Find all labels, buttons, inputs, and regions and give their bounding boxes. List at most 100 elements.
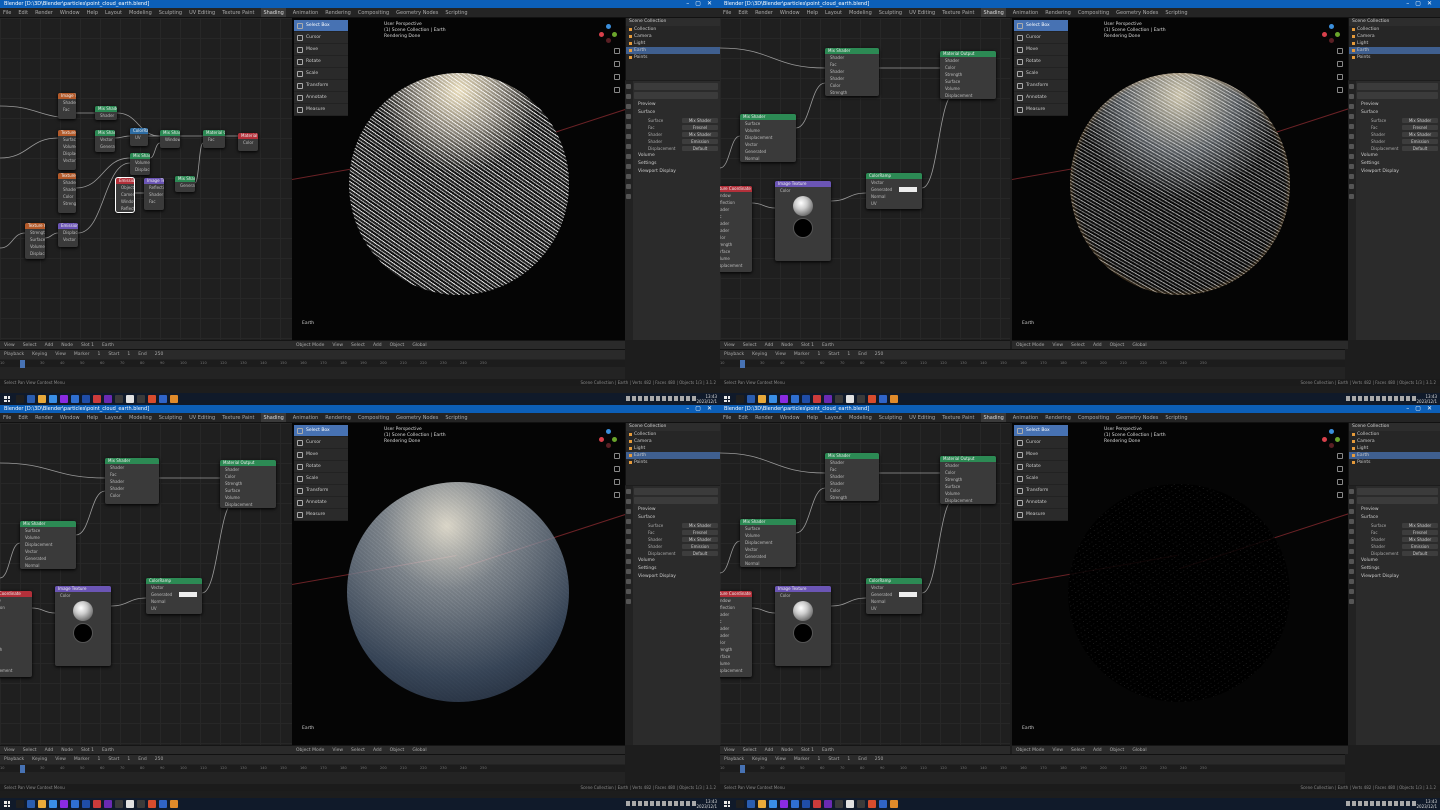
outliner-item[interactable]: Earth xyxy=(1349,452,1440,459)
properties-tab-icon[interactable] xyxy=(626,519,631,524)
camera-icon[interactable] xyxy=(1337,74,1343,80)
properties-tab-icon[interactable] xyxy=(626,84,631,89)
tool-button[interactable]: Annotate xyxy=(1014,92,1068,104)
timeline-menu-item[interactable]: Marker xyxy=(794,755,810,764)
outliner-panel[interactable]: Scene Collection Collection Camera Light Ear… xyxy=(1348,423,1440,485)
menu-item[interactable]: Geometry Nodes xyxy=(396,8,438,17)
navigation-gizmo[interactable] xyxy=(599,429,619,449)
header-menu-item[interactable]: Global xyxy=(412,746,426,754)
outliner-item[interactable]: Points xyxy=(626,54,720,61)
app-icon[interactable] xyxy=(159,395,167,403)
shader-node[interactable]: ColorRamp Vector Generated Normal UV xyxy=(866,578,922,614)
field-value-dropdown[interactable]: Mix Shader xyxy=(1402,537,1438,542)
file-explorer-icon[interactable] xyxy=(758,395,766,403)
tray-icon[interactable] xyxy=(1370,801,1374,806)
properties-section-header[interactable]: Volume xyxy=(634,152,718,160)
menu-item[interactable]: Shading xyxy=(261,413,286,422)
hand-pan-icon[interactable] xyxy=(614,466,620,472)
properties-tab-icon[interactable] xyxy=(1349,184,1354,189)
tray-icon[interactable] xyxy=(1388,801,1392,806)
end-frame-field[interactable]: 250 xyxy=(155,350,164,359)
chrome-icon[interactable] xyxy=(846,800,854,808)
premiere-icon[interactable] xyxy=(60,800,68,808)
windows-start-icon[interactable] xyxy=(724,801,730,807)
tray-icon[interactable] xyxy=(662,801,666,806)
tool-button[interactable]: Measure xyxy=(294,509,348,521)
shader-node[interactable]: ColorRamp Vector Generated Normal UV xyxy=(146,578,202,614)
shader-node[interactable]: ColorRampUV xyxy=(130,128,148,146)
blender-icon[interactable] xyxy=(890,800,898,808)
tool-button[interactable]: Move xyxy=(294,44,348,56)
tray-icon[interactable] xyxy=(1352,801,1356,806)
premiere-icon[interactable] xyxy=(780,800,788,808)
outliner-panel[interactable]: Scene Collection Collection Camera Light Ear… xyxy=(625,18,720,80)
end-frame-field[interactable]: 250 xyxy=(875,350,884,359)
field-value-dropdown[interactable]: Default xyxy=(1402,146,1438,151)
shader-node[interactable]: EmissionDisplacementVector xyxy=(58,223,78,247)
tray-icon[interactable] xyxy=(626,396,630,401)
properties-tab-icon[interactable] xyxy=(1349,509,1354,514)
outliner-panel[interactable]: Scene Collection Collection Camera Light Ear… xyxy=(1348,18,1440,80)
properties-section-header[interactable]: Surface xyxy=(1357,109,1438,117)
timeline-menu-item[interactable]: Playback xyxy=(724,350,744,359)
menu-item[interactable]: Window xyxy=(60,413,80,422)
outliner-item[interactable]: Collection xyxy=(626,26,720,33)
gizmo-axis-dot[interactable] xyxy=(1335,437,1340,442)
shader-node[interactable]: Mix ShaderWindow xyxy=(160,130,180,148)
menu-item[interactable]: Edit xyxy=(738,8,748,17)
tray-icon[interactable] xyxy=(668,801,672,806)
tool-button[interactable]: Transform xyxy=(1014,80,1068,92)
taskbar-clock[interactable]: 13:43 2023/12/1 xyxy=(1416,799,1437,809)
tray-icon[interactable] xyxy=(1406,801,1410,806)
camera-icon[interactable] xyxy=(614,479,620,485)
zoom-icon[interactable] xyxy=(1337,48,1343,54)
header-menu-item[interactable]: Node xyxy=(61,746,73,754)
properties-section-header[interactable]: Viewport Display xyxy=(634,168,718,176)
menu-item[interactable]: Sculpting xyxy=(159,8,182,17)
task-view-icon[interactable] xyxy=(736,395,744,403)
timeline-editor[interactable]: Playback Keying View Marker 1 Start 1 End 250 10 2… xyxy=(0,754,625,784)
timeline-menu-item[interactable]: Marker xyxy=(74,755,90,764)
photoshop-icon[interactable] xyxy=(71,800,79,808)
menu-item[interactable]: Modeling xyxy=(129,8,152,17)
tray-icon[interactable] xyxy=(656,396,660,401)
timeline-menu-item[interactable]: View xyxy=(55,350,66,359)
field-value-dropdown[interactable]: Default xyxy=(1402,551,1438,556)
properties-tab-icon[interactable] xyxy=(626,489,631,494)
blender-icon[interactable] xyxy=(170,800,178,808)
properties-tab-icon[interactable] xyxy=(626,124,631,129)
app-icon[interactable] xyxy=(857,800,865,808)
properties-tab-icon[interactable] xyxy=(626,599,631,604)
outliner-item[interactable]: Light xyxy=(626,445,720,452)
outliner-item[interactable]: Collection xyxy=(1349,431,1440,438)
tool-button[interactable]: Scale xyxy=(294,68,348,80)
tray-icon[interactable] xyxy=(644,396,648,401)
menu-item[interactable]: File xyxy=(723,413,731,422)
tray-icon[interactable] xyxy=(1352,396,1356,401)
properties-section-header[interactable]: Settings xyxy=(1357,565,1438,573)
properties-tab-icon[interactable] xyxy=(626,104,631,109)
word-icon[interactable] xyxy=(82,800,90,808)
properties-section-header[interactable]: Volume xyxy=(1357,152,1438,160)
tray-icon[interactable] xyxy=(638,801,642,806)
shader-node-editor[interactable]: Mix Shader Shader Fac Shader Shader Color Stre… xyxy=(720,18,1010,340)
tray-icon[interactable] xyxy=(680,396,684,401)
tool-button[interactable]: Transform xyxy=(294,485,348,497)
search-icon[interactable] xyxy=(747,800,755,808)
timeline-menu-item[interactable]: View xyxy=(55,755,66,764)
gizmo-axis-dot[interactable] xyxy=(606,38,611,43)
search-icon[interactable] xyxy=(27,395,35,403)
app-icon[interactable] xyxy=(93,395,101,403)
gizmo-axis-dot[interactable] xyxy=(1322,32,1327,37)
tray-icon[interactable] xyxy=(638,396,642,401)
tray-icon[interactable] xyxy=(1394,801,1398,806)
app-icon[interactable] xyxy=(879,800,887,808)
header-menu-item[interactable]: Add xyxy=(1093,746,1102,754)
properties-tab-icon[interactable] xyxy=(1349,549,1354,554)
shader-node[interactable]: Mix ShaderGenerated xyxy=(175,176,195,192)
tool-button[interactable]: Measure xyxy=(1014,104,1068,116)
menu-item[interactable]: Compositing xyxy=(1078,8,1109,17)
start-frame-field[interactable]: 1 xyxy=(127,755,130,764)
properties-tab-icon[interactable] xyxy=(1349,114,1354,119)
shader-node[interactable]: Texture CoordinateSurfaceVolumeDisplacem… xyxy=(58,130,76,170)
